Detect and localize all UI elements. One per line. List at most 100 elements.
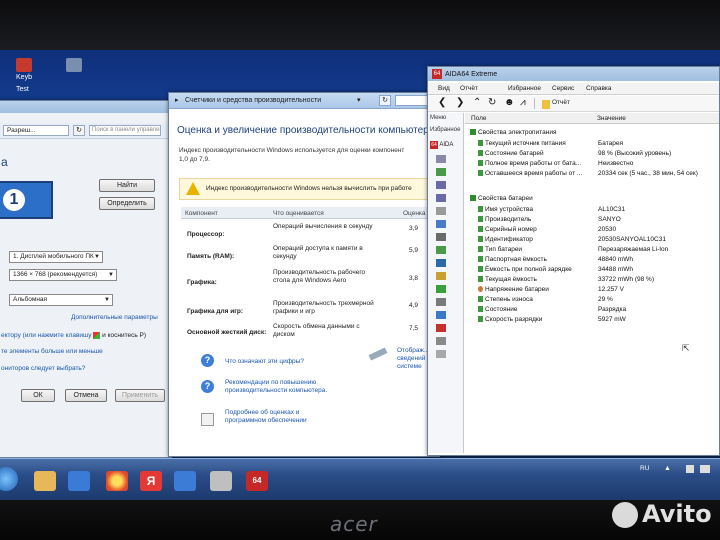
- field-name: Текущий источник питания: [485, 140, 566, 147]
- identify-button[interactable]: Определить: [99, 197, 155, 210]
- chevron-down-icon[interactable]: ▾: [357, 96, 361, 104]
- leaf-icon: [478, 216, 483, 223]
- desktop-icon-test[interactable]: Test: [16, 86, 29, 93]
- up-icon[interactable]: ⌃: [473, 97, 481, 108]
- perf-address-bar-row: ▸ Счетчики и средства производительности…: [169, 93, 439, 109]
- aida64-taskbar-icon[interactable]: 64: [246, 471, 268, 491]
- leaf-icon: [478, 276, 483, 283]
- menu-report[interactable]: Отчёт: [460, 85, 478, 92]
- advanced-settings-link[interactable]: Дополнительные параметры: [71, 314, 158, 321]
- orientation-select[interactable]: Альбомная ▼: [9, 294, 113, 306]
- search-input[interactable]: Поиск в панели управления: [89, 125, 161, 136]
- avito-watermark: Avito: [612, 500, 712, 528]
- resolution-select[interactable]: 1366 × 768 (рекомендуется) ▼: [9, 269, 117, 281]
- leaf-icon: [478, 160, 483, 167]
- ok-button[interactable]: ОК: [21, 389, 55, 402]
- display-select-value: 1. Дисплей мобильного ПК: [13, 253, 94, 260]
- component-name: Процессор:: [187, 231, 225, 238]
- refresh-icon[interactable]: ↻: [379, 95, 391, 106]
- chrome-icon[interactable]: [106, 471, 128, 491]
- network-icon[interactable]: [686, 465, 694, 473]
- group-battery: Свойства батареи: [470, 195, 533, 202]
- refresh-icon[interactable]: ↻: [73, 125, 85, 136]
- field-value: 20530: [598, 226, 617, 233]
- scores-meaning-link[interactable]: Что означают эти цифры?: [225, 358, 304, 365]
- text-size-link[interactable]: те элементы больше или меньше: [1, 348, 103, 355]
- photo-screen: Keyb Test Разреш... ↻ Поиск в панели упр…: [0, 0, 720, 540]
- media-player-icon[interactable]: [68, 471, 90, 491]
- desktop-icon-shortcut[interactable]: [66, 58, 82, 74]
- start-button[interactable]: [0, 467, 18, 491]
- field-name: Идентификатор: [485, 236, 533, 243]
- field-value: 20530SANYOAL10C31: [598, 236, 666, 243]
- print-icon: [368, 347, 388, 361]
- tab-menu[interactable]: Меню: [430, 115, 446, 121]
- page-title: Оценка и увеличение производительности к…: [177, 125, 435, 136]
- field-value: AL10C31: [598, 206, 626, 213]
- menu-favorites[interactable]: Избранное: [508, 85, 541, 92]
- laptop-bezel-top: [0, 0, 720, 50]
- display-settings-window: Разреш... ↻ Поиск в панели управления а …: [0, 100, 172, 458]
- field-value: Перезаряжаемая Li-Ion: [598, 246, 669, 253]
- performance-icon[interactable]: [210, 471, 232, 491]
- component-score: 7,5: [409, 325, 419, 332]
- back-icon[interactable]: ❮: [438, 97, 446, 108]
- field-name: Текущая ёмкость: [485, 276, 537, 283]
- breadcrumb[interactable]: Счетчики и средства производительности: [185, 97, 321, 104]
- field-name: Состояние: [485, 306, 518, 313]
- component-metric: Операций вычисления в секунду: [273, 223, 373, 230]
- menu-help[interactable]: Справка: [586, 85, 612, 92]
- battery-icon[interactable]: [700, 465, 710, 473]
- col-score: Оценка: [403, 210, 426, 217]
- leaf-icon: [478, 206, 483, 213]
- learn-more-link[interactable]: Подробнее об оценках и программном обесп…: [225, 409, 335, 425]
- apply-button[interactable]: Применить: [115, 389, 165, 402]
- address-bar[interactable]: Разреш...: [3, 125, 69, 136]
- cancel-button[interactable]: Отмена: [65, 389, 107, 402]
- yandex-icon[interactable]: Я: [140, 471, 162, 491]
- display-select[interactable]: 1. Дисплей мобильного ПК ▼: [9, 251, 103, 263]
- window-title: AIDA64 Extreme: [445, 70, 498, 78]
- report-button[interactable]: Отчёт: [552, 99, 570, 106]
- field-value: SANYO: [598, 216, 621, 223]
- menu-view[interactable]: Вид: [438, 85, 450, 92]
- monitor-preview[interactable]: 1: [0, 181, 53, 219]
- col-what: Что оценивается: [273, 210, 324, 217]
- user-icon[interactable]: ☻: [504, 97, 515, 108]
- explorer-icon[interactable]: [34, 471, 56, 491]
- refresh-icon[interactable]: ↻: [488, 97, 496, 108]
- control-panel-icon[interactable]: [174, 471, 196, 491]
- find-button[interactable]: Найти: [99, 179, 155, 192]
- field-name: Состояние батарей: [485, 150, 544, 157]
- component-score: 5,9: [409, 247, 419, 254]
- col-field[interactable]: Поле: [471, 115, 487, 122]
- desktop-icon-keyboard[interactable]: Keyb: [16, 58, 32, 81]
- forward-icon[interactable]: ❯: [456, 97, 464, 108]
- projector-link[interactable]: ектору (или нажмите клавишу: [1, 332, 92, 339]
- application-icon: [66, 58, 82, 72]
- aida-toolbar: ❮ ❯ ⌃ ↻ ☻ ⩘ Отчёт: [428, 96, 719, 112]
- group-power: Свойства электропитания: [470, 129, 556, 136]
- field-name: Имя устройства: [485, 206, 533, 213]
- warning-text: Индекс производительности Windows нельзя…: [206, 185, 412, 192]
- field-value: 34488 mWh: [598, 266, 634, 273]
- aida64-logo-icon: 64: [432, 69, 442, 79]
- tray-chevron-icon[interactable]: ▲: [664, 465, 671, 472]
- col-value[interactable]: Значение: [597, 115, 626, 122]
- intro-text: Индекс производительности Windows исполь…: [179, 146, 439, 164]
- field-name: Скорость разрядки: [485, 316, 543, 323]
- resolution-select-value: 1366 × 768 (рекомендуется): [13, 271, 98, 278]
- language-indicator[interactable]: RU: [640, 465, 649, 472]
- chart-icon[interactable]: ⩘: [520, 97, 526, 108]
- component-metric: Скорость обмена данными с диском: [273, 323, 360, 338]
- performance-tips-link[interactable]: Рекомендации по повышению производительн…: [225, 379, 335, 395]
- field-name: Серийный номер: [485, 226, 537, 233]
- menu-tools[interactable]: Сервис: [552, 85, 574, 92]
- voltage-icon: [478, 286, 483, 293]
- field-name: Паспортная ёмкость: [485, 256, 547, 263]
- monitor-choice-link[interactable]: ониторов следует выбрать?: [1, 365, 85, 372]
- address-bar-row: Разреш... ↻ Поиск в панели управления: [0, 123, 171, 139]
- desktop-icon-label: Test: [16, 86, 29, 93]
- display-window-titlebar: [0, 101, 171, 113]
- leaf-icon: [478, 226, 483, 233]
